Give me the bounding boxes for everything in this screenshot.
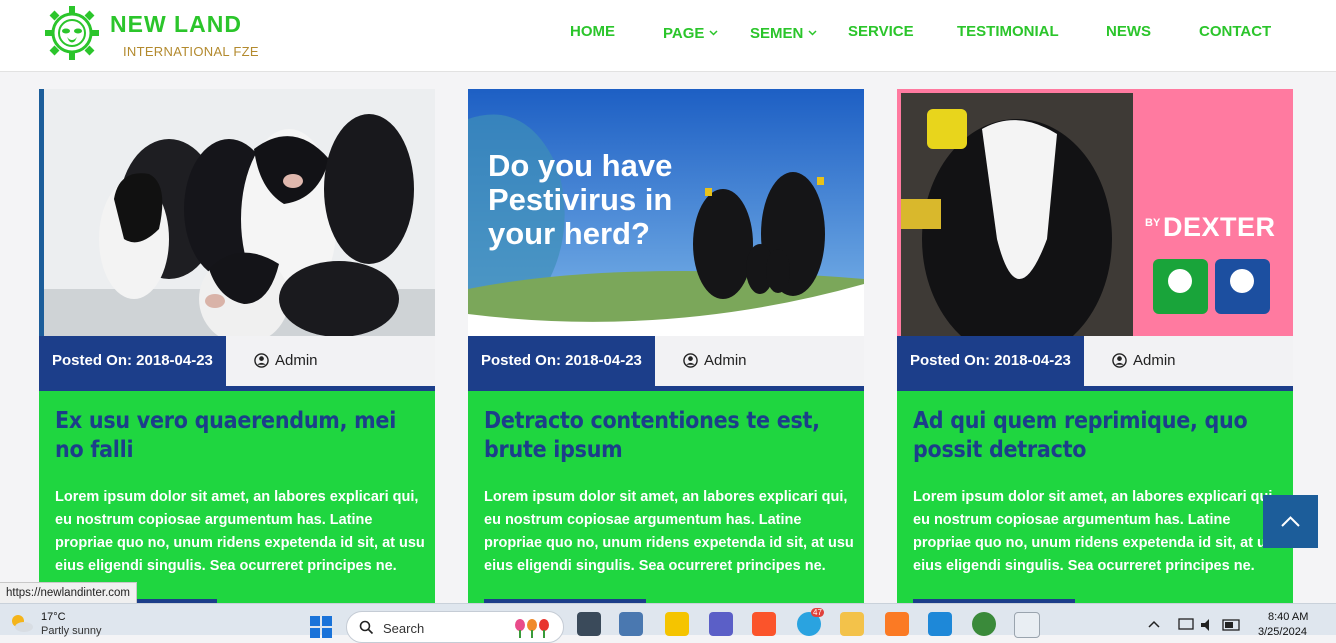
nav-contact[interactable]: CONTACT <box>1199 23 1271 40</box>
post-title[interactable]: Ex usu vero quaerendum, mei no falli <box>55 407 424 465</box>
file-explorer-icon[interactable] <box>840 612 864 636</box>
windows-start-icon[interactable] <box>310 616 332 638</box>
volume-icon[interactable] <box>1200 618 1216 632</box>
author-name: Admin <box>1133 352 1176 369</box>
author-name: Admin <box>275 352 318 369</box>
nav-label: CONTACT <box>1199 23 1272 40</box>
main-nav: HOME PAGE SEMEN SERVICE TESTIMONIAL NEWS… <box>0 23 1336 43</box>
user-icon <box>1112 353 1127 368</box>
sticky-notes-icon[interactable] <box>665 612 689 636</box>
pestivirus-image[interactable]: Do you have Pestivirus in your herd? <box>468 89 864 336</box>
telegram-badge: 47 <box>811 608 824 617</box>
post-date: Posted On: 2018-04-23 <box>39 336 226 386</box>
site-header: NEW LAND INTERNATIONAL FZE HOME PAGE SEM… <box>0 0 1336 72</box>
banner-by: BY <box>1145 217 1161 229</box>
chevron-down-icon <box>808 23 817 40</box>
taskbar-search[interactable]: Search <box>346 611 564 643</box>
network-icon[interactable] <box>1178 618 1194 632</box>
nav-semen[interactable]: SEMEN <box>750 23 817 42</box>
partly-sunny-icon[interactable] <box>8 612 34 634</box>
search-icon <box>359 620 374 635</box>
nav-label: SEMEN <box>750 25 804 42</box>
banner-headline: Do you have Pestivirus in your herd? <box>488 148 673 251</box>
chevron-up-icon[interactable] <box>1148 620 1160 628</box>
banner-brand: DEXTER <box>1163 212 1276 242</box>
nav-service[interactable]: SERVICE <box>848 23 914 40</box>
post-title[interactable]: Ad qui quem reprimique, quo possit detra… <box>913 407 1282 465</box>
hs-app-icon[interactable] <box>972 612 996 636</box>
vscode-icon[interactable] <box>928 612 952 636</box>
news-card: BY DEXTER Posted On: 2018-04-23 Admin Ad… <box>897 89 1293 619</box>
author-name: Admin <box>704 352 747 369</box>
dexter-image[interactable]: BY DEXTER <box>897 89 1293 336</box>
status-bar-url: https://newlandinter.com <box>0 582 138 604</box>
chevron-up-icon <box>1281 516 1300 527</box>
post-meta: Posted On: 2018-04-23 Admin <box>897 336 1293 386</box>
back-to-top-button[interactable] <box>1263 495 1318 548</box>
post-author[interactable]: Admin <box>254 336 318 386</box>
user-icon <box>683 353 698 368</box>
snipping-tool-icon[interactable] <box>577 612 601 636</box>
post-author[interactable]: Admin <box>683 336 747 386</box>
nav-label: SERVICE <box>848 23 914 40</box>
clock-time[interactable]: 8:40 AM <box>1268 611 1308 623</box>
card-body: Detracto contentiones te est, brute ipsu… <box>468 386 864 619</box>
xampp-icon[interactable] <box>885 612 909 636</box>
windows-taskbar: 17°C Partly sunny Search 47 8:40 AM 3/25… <box>0 603 1336 643</box>
post-excerpt: Lorem ipsum dolor sit amet, an labores e… <box>913 489 1283 574</box>
news-card: Do you have Pestivirus in your herd? Pos… <box>468 89 864 619</box>
post-date: Posted On: 2018-04-23 <box>468 336 655 386</box>
weather-description[interactable]: Partly sunny <box>41 625 102 637</box>
nav-label: NEWS <box>1106 23 1151 40</box>
battery-icon[interactable] <box>1222 618 1242 632</box>
nav-home[interactable]: HOME <box>570 23 615 40</box>
nav-label: HOME <box>570 23 615 40</box>
logo-subtitle: INTERNATIONAL FZE <box>123 44 259 59</box>
teams-icon[interactable] <box>709 612 733 636</box>
chevron-down-icon <box>709 23 718 40</box>
news-card: Posted On: 2018-04-23 Admin Ex usu vero … <box>39 89 435 619</box>
nav-testimonial[interactable]: TESTIMONIAL <box>957 23 1059 40</box>
calves-photo <box>39 89 435 336</box>
user-icon <box>254 353 269 368</box>
card-body: Ex usu vero quaerendum, mei no falli Lor… <box>39 386 435 619</box>
nav-label: PAGE <box>663 25 705 42</box>
post-title[interactable]: Detracto contentiones te est, brute ipsu… <box>484 407 853 465</box>
card-body: Ad qui quem reprimique, quo possit detra… <box>897 386 1293 619</box>
notepad-icon[interactable] <box>1014 612 1040 638</box>
post-meta: Posted On: 2018-04-23 Admin <box>468 336 864 386</box>
nav-news[interactable]: NEWS <box>1106 23 1151 40</box>
nav-label: TESTIMONIAL <box>957 23 1059 40</box>
weather-temperature[interactable]: 17°C <box>41 611 66 623</box>
clock-date[interactable]: 3/25/2024 <box>1258 626 1307 638</box>
tulips-icon <box>515 619 549 638</box>
telegram-icon[interactable]: 47 <box>797 608 824 636</box>
brave-browser-icon[interactable] <box>752 612 776 636</box>
post-excerpt: Lorem ipsum dolor sit amet, an labores e… <box>484 489 854 574</box>
nav-page[interactable]: PAGE <box>663 23 718 42</box>
post-excerpt: Lorem ipsum dolor sit amet, an labores e… <box>55 489 425 574</box>
virtualbox-icon[interactable] <box>619 612 643 636</box>
post-author[interactable]: Admin <box>1112 336 1176 386</box>
post-meta: Posted On: 2018-04-23 Admin <box>39 336 435 386</box>
post-date: Posted On: 2018-04-23 <box>897 336 1084 386</box>
calves-image[interactable] <box>39 89 435 336</box>
